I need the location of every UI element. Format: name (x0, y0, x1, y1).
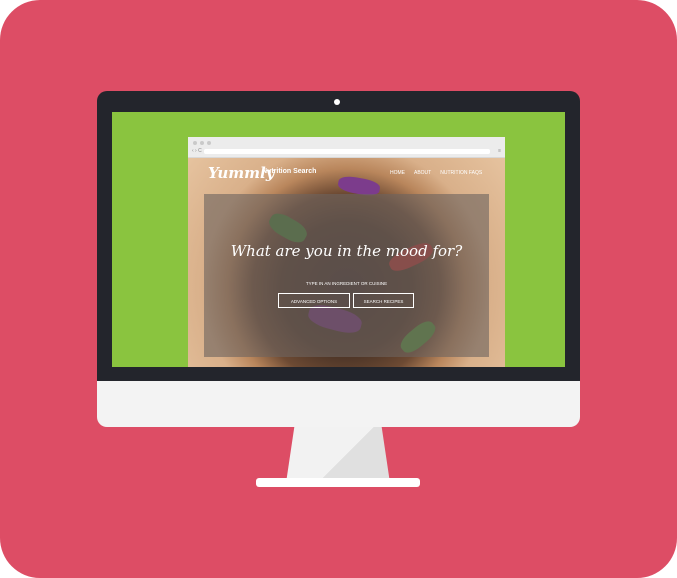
monitor-screen: ‹ › C ≡ Yummly Nutrition Search HOME ABO… (112, 112, 565, 367)
hero-overlay: What are you in the mood for? TYPE IN AN… (204, 194, 489, 357)
nav-arrows-icon[interactable]: ‹ › C (192, 148, 202, 155)
monitor-frame: ‹ › C ≡ Yummly Nutrition Search HOME ABO… (97, 91, 580, 381)
browser-toolbar: ‹ › C ≡ (188, 137, 505, 158)
menu-icon[interactable]: ≡ (498, 148, 501, 155)
webpage: Yummly Nutrition Search HOME ABOUT NUTRI… (188, 158, 505, 367)
site-nav: HOME ABOUT NUTRITION FAQS (390, 170, 482, 176)
nav-about[interactable]: ABOUT (414, 170, 431, 176)
maximize-dot[interactable] (207, 141, 211, 145)
monitor-stand (286, 427, 390, 483)
nav-home[interactable]: HOME (390, 170, 405, 176)
search-hint[interactable]: TYPE IN AN INGREDIENT OR CUISINE (204, 281, 489, 286)
hero-headline: What are you in the mood for? (230, 242, 463, 260)
browser-window: ‹ › C ≡ Yummly Nutrition Search HOME ABO… (188, 137, 505, 367)
window-controls (193, 141, 211, 145)
nav-nutrition-faqs[interactable]: NUTRITION FAQS (440, 170, 482, 176)
monitor-base (256, 478, 420, 487)
close-dot[interactable] (193, 141, 197, 145)
camera-dot (334, 99, 340, 105)
site-subtitle: Nutrition Search (262, 168, 317, 175)
address-bar[interactable] (204, 149, 490, 154)
monitor-chin (97, 381, 580, 427)
search-recipes-button[interactable]: SEARCH RECIPES (353, 293, 414, 308)
advanced-options-button[interactable]: ADVANCED OPTIONS (278, 293, 350, 308)
minimize-dot[interactable] (200, 141, 204, 145)
